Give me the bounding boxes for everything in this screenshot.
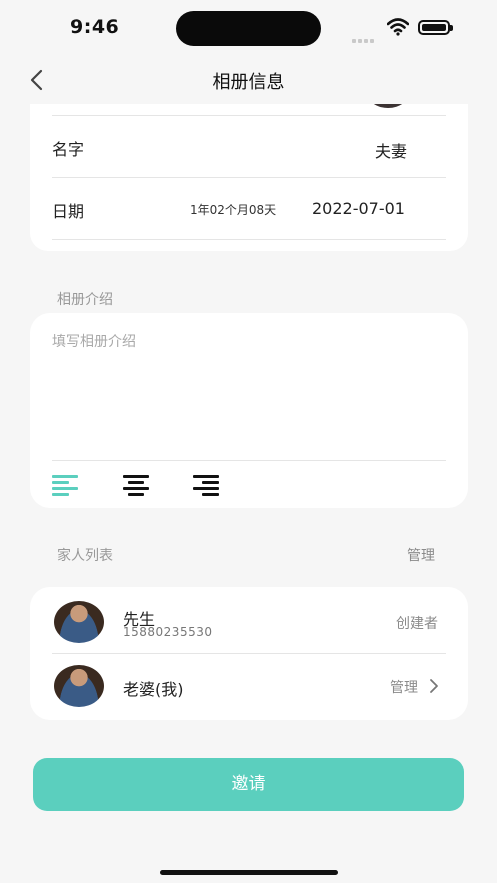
family-section-label: 家人列表 bbox=[57, 548, 113, 564]
album-info-card: 名字 夫妻 日期 1年02个月08天 2022-07-01 bbox=[30, 104, 468, 251]
align-left-icon[interactable] bbox=[52, 473, 80, 497]
nav-bar: 相册信息 bbox=[0, 56, 497, 104]
family-list-card: 先生 15880235530 创建者 老婆(我) 管理 bbox=[30, 587, 468, 720]
home-indicator bbox=[160, 870, 338, 875]
member-avatar bbox=[54, 665, 104, 707]
divider bbox=[52, 115, 446, 116]
status-bar: 9:46 bbox=[0, 0, 497, 56]
intro-textarea[interactable] bbox=[52, 331, 446, 456]
battery-icon bbox=[418, 20, 453, 35]
member-name: 老婆(我) bbox=[123, 680, 184, 699]
manage-family-link[interactable]: 管理 bbox=[407, 545, 435, 565]
intro-section-label: 相册介绍 bbox=[57, 292, 113, 308]
align-right-icon[interactable] bbox=[193, 473, 221, 497]
member-role-link[interactable]: 管理 bbox=[390, 677, 418, 697]
signal-icon bbox=[352, 28, 376, 47]
wifi-icon bbox=[387, 18, 409, 36]
album-cover-avatar[interactable] bbox=[366, 104, 410, 108]
divider bbox=[52, 239, 446, 240]
family-member-row[interactable]: 老婆(我) 管理 bbox=[30, 654, 468, 720]
name-value: 夫妻 bbox=[375, 142, 408, 161]
divider bbox=[52, 460, 446, 461]
family-member-row[interactable]: 先生 15880235530 创建者 bbox=[30, 587, 468, 653]
name-label: 名字 bbox=[52, 140, 85, 159]
status-time: 9:46 bbox=[70, 16, 120, 38]
member-phone: 15880235530 bbox=[123, 625, 213, 639]
chevron-right-icon bbox=[430, 679, 438, 693]
duration-text: 1年02个月08天 bbox=[190, 203, 277, 217]
date-value: 2022-07-01 bbox=[312, 199, 405, 218]
member-role-badge: 创建者 bbox=[396, 616, 438, 632]
dynamic-island bbox=[176, 11, 321, 46]
divider bbox=[52, 177, 446, 178]
intro-card bbox=[30, 313, 468, 508]
align-center-icon[interactable] bbox=[123, 473, 151, 497]
invite-button[interactable]: 邀请 bbox=[33, 758, 464, 811]
member-avatar bbox=[54, 601, 104, 643]
date-label: 日期 bbox=[52, 202, 85, 221]
page-title: 相册信息 bbox=[212, 72, 285, 93]
